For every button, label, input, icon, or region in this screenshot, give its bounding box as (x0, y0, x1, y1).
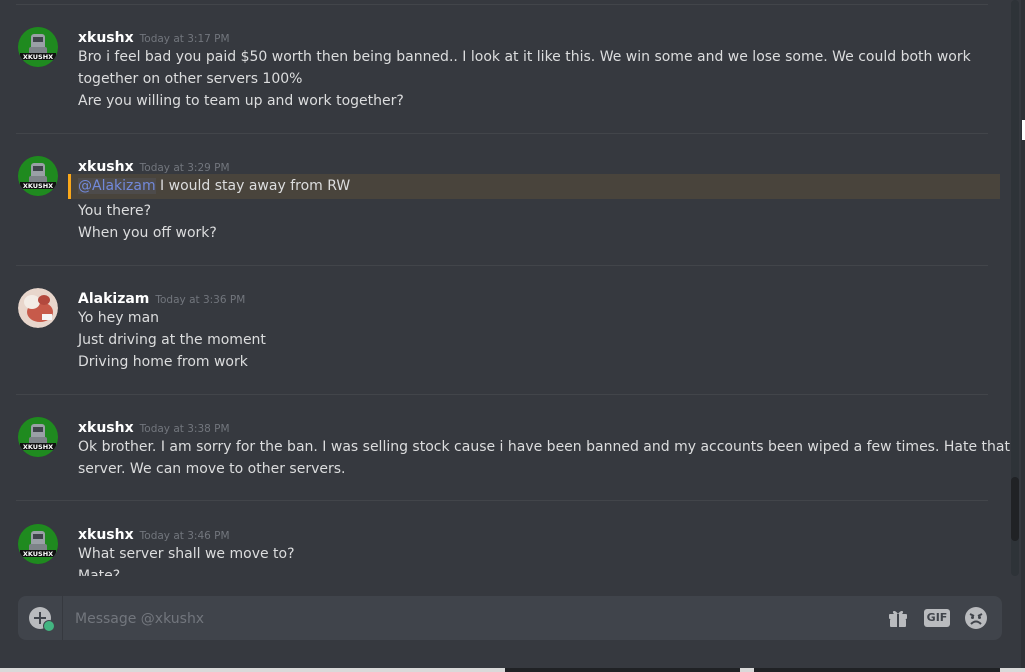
alakizam-avatar-icon (18, 288, 58, 328)
avatar[interactable] (18, 288, 58, 328)
taskbar-segment (0, 668, 505, 672)
taskbar-segment (1000, 668, 1025, 672)
timestamp: Today at 3:29 PM (139, 162, 230, 174)
message-divider (16, 500, 988, 501)
bottom-taskbar (0, 668, 1025, 672)
message-text: You there? (78, 203, 152, 219)
message-text: Just driving at the moment (78, 332, 266, 348)
message-text: Mate? (78, 568, 121, 576)
timestamp: Today at 3:46 PM (139, 530, 230, 542)
xkushx-avatar-icon: XKUSHX (18, 156, 58, 196)
message-text: When you off work? (78, 225, 217, 241)
message-text: Bro i feel bad you paid $50 worth then b… (78, 49, 971, 65)
message-text: Driving home from work (78, 354, 248, 370)
gift-button[interactable] (886, 606, 910, 630)
emoji-button[interactable] (964, 606, 988, 630)
message-text: What server shall we move to? (78, 546, 295, 562)
username[interactable]: xkushx (78, 420, 134, 436)
timestamp: Today at 3:38 PM (139, 423, 230, 435)
message-composer: GIF (18, 596, 1002, 640)
svg-text:XKUSHX: XKUSHX (23, 443, 53, 451)
message-list[interactable]: XKUSHX xkushx Today at 3:17 PM Bro i feel… (0, 0, 1010, 576)
emoji-icon (965, 607, 987, 629)
message-text: server. We can move to other servers. (78, 461, 346, 477)
window-edge (1021, 0, 1025, 672)
svg-text:XKUSHX: XKUSHX (23, 53, 53, 61)
status-dot (43, 620, 55, 632)
timestamp: Today at 3:36 PM (155, 294, 246, 306)
message-divider (16, 4, 988, 5)
taskbar-segment (740, 668, 754, 672)
avatar[interactable]: XKUSHX (18, 156, 58, 196)
gif-button[interactable]: GIF (924, 609, 950, 627)
message-input[interactable] (73, 606, 857, 632)
composer-divider (62, 596, 63, 640)
xkushx-avatar-icon: XKUSHX (18, 524, 58, 564)
username[interactable]: xkushx (78, 30, 134, 46)
username[interactable]: xkushx (78, 159, 134, 175)
timestamp: Today at 3:17 PM (139, 33, 230, 45)
gift-icon (889, 610, 907, 627)
avatar[interactable]: XKUSHX (18, 27, 58, 67)
message-divider (16, 265, 988, 266)
message-text: Yo hey man (78, 310, 160, 326)
svg-text:XKUSHX: XKUSHX (23, 550, 53, 558)
xkushx-avatar-icon: XKUSHX (18, 417, 58, 457)
avatar[interactable]: XKUSHX (18, 524, 58, 564)
username[interactable]: Alakizam (78, 291, 149, 307)
xkushx-avatar-icon: XKUSHX (18, 27, 58, 67)
message-divider (16, 133, 988, 134)
user-mention[interactable]: @Alakizam (78, 178, 156, 194)
username[interactable]: xkushx (78, 527, 134, 543)
mention-message-text: I would stay away from RW (155, 178, 351, 194)
message-text: Are you willing to team up and work toge… (78, 93, 404, 109)
message-text: together on other servers 100% (78, 71, 303, 87)
avatar[interactable]: XKUSHX (18, 417, 58, 457)
svg-text:XKUSHX: XKUSHX (23, 182, 53, 190)
message-text: @Alakizam I would stay away from RW (78, 178, 350, 194)
scrollbar-thumb[interactable] (1011, 477, 1019, 541)
message-text: Ok brother. I am sorry for the ban. I wa… (78, 439, 1010, 455)
message-divider (16, 394, 988, 395)
